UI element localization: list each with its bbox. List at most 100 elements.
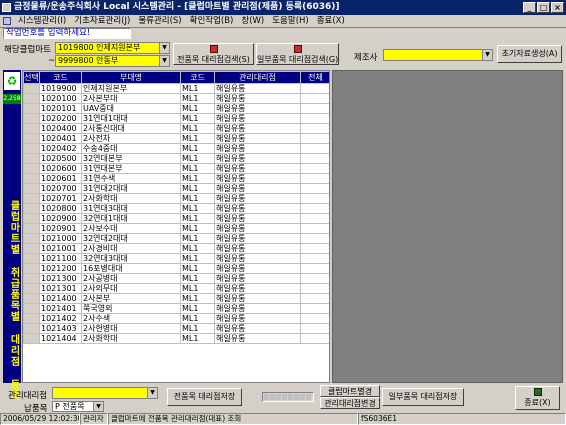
row-all-cell[interactable] — [300, 83, 329, 94]
row-all-cell[interactable] — [300, 283, 329, 294]
row-select-cell[interactable] — [23, 273, 40, 284]
row-select-cell[interactable] — [23, 293, 40, 304]
row-select-cell[interactable] — [23, 303, 40, 314]
table-row[interactable]: 1020100 2사본부대 ML1 해일유통 — [23, 93, 329, 104]
table-row[interactable]: 1020901 2사보수대 ML1 해일유통 — [23, 223, 329, 234]
row-all-cell[interactable] — [300, 313, 329, 324]
row-all-cell[interactable] — [300, 153, 329, 164]
table-row[interactable]: 1021001 2사경비대 ML1 해일유통 — [23, 243, 329, 254]
menu-check[interactable]: 확인작업(B) — [186, 15, 238, 27]
mart-to-select[interactable]: 9999800 안동부 ▼ — [55, 55, 170, 67]
row-select-cell[interactable] — [23, 223, 40, 234]
table-row[interactable]: 1020200 31연대1대대 ML1 해일유통 — [23, 113, 329, 124]
column-agent-code[interactable]: 코드 — [180, 71, 215, 84]
column-select[interactable]: 선택 — [23, 71, 40, 84]
row-all-cell[interactable] — [300, 93, 329, 104]
row-all-cell[interactable] — [300, 293, 329, 304]
column-code[interactable]: 코드 — [39, 71, 82, 84]
row-all-cell[interactable] — [300, 263, 329, 274]
deliver-select[interactable]: P 전품목 ▼ — [52, 401, 104, 412]
table-row[interactable]: 1021200 16포병대대 ML1 해일유통 — [23, 263, 329, 274]
row-all-cell[interactable] — [300, 103, 329, 114]
row-all-cell[interactable] — [300, 323, 329, 334]
table-row[interactable]: 1020800 31연대3대대 ML1 해일유통 — [23, 203, 329, 214]
row-select-cell[interactable] — [23, 93, 40, 104]
row-all-cell[interactable] — [300, 133, 329, 144]
row-select-cell[interactable] — [23, 323, 40, 334]
row-select-cell[interactable] — [23, 253, 40, 264]
row-select-cell[interactable] — [23, 143, 40, 154]
maximize-button[interactable]: □ — [537, 2, 550, 13]
row-select-cell[interactable] — [23, 133, 40, 144]
partial-items-agent-save-button[interactable]: 일부품목 대리점저장 — [382, 388, 464, 406]
row-all-cell[interactable] — [300, 193, 329, 204]
menu-logistics[interactable]: 물류관리(S) — [134, 15, 185, 27]
close-button[interactable]: × — [551, 2, 564, 13]
table-row[interactable]: 1021404 2사화학대 ML1 해일유통 — [23, 333, 329, 344]
table-row[interactable]: 1021402 2사수색 ML1 해일유통 — [23, 313, 329, 324]
row-select-cell[interactable] — [23, 83, 40, 94]
row-all-cell[interactable] — [300, 163, 329, 174]
table-row[interactable]: 1020400 2사통신대대 ML1 해일유통 — [23, 123, 329, 134]
row-select-cell[interactable] — [23, 233, 40, 244]
chevron-down-icon[interactable]: ▼ — [93, 402, 103, 411]
table-row[interactable]: 1020401 2사전차 ML1 해일유통 — [23, 133, 329, 144]
table-row[interactable]: 1020700 31연대2대대 ML1 해일유통 — [23, 183, 329, 194]
row-all-cell[interactable] — [300, 253, 329, 264]
chevron-down-icon[interactable]: ▼ — [482, 50, 492, 60]
column-unit-name[interactable]: 부대명 — [81, 71, 181, 84]
agent-select[interactable]: ▼ — [52, 387, 158, 399]
row-all-cell[interactable] — [300, 203, 329, 214]
menu-basedata[interactable]: 기초자료관리(J) — [70, 15, 134, 27]
agent-change-button[interactable]: 관리대리점변경 — [320, 397, 380, 409]
table-row[interactable]: 1020600 31연대본부 ML1 해일유통 — [23, 163, 329, 174]
row-all-cell[interactable] — [300, 333, 329, 344]
menu-system[interactable]: 시스템관리(I) — [14, 15, 70, 27]
table-row[interactable]: 1019900 인제지원본부 ML1 해일유통 — [23, 83, 329, 94]
partial-items-agent-search-button[interactable]: 일부품목 대리점검색(G) — [256, 43, 339, 65]
table-row[interactable]: 1020601 31연수색 ML1 해일유통 — [23, 173, 329, 184]
table-row[interactable]: 1020101 UAV중대 ML1 해일유통 — [23, 103, 329, 114]
row-select-cell[interactable] — [23, 163, 40, 174]
menu-help[interactable]: 도움말(H) — [268, 15, 312, 27]
row-select-cell[interactable] — [23, 243, 40, 254]
row-select-cell[interactable] — [23, 113, 40, 124]
row-select-cell[interactable] — [23, 213, 40, 224]
table-row[interactable]: 1021301 2사의무대 ML1 해일유통 — [23, 283, 329, 294]
table-row[interactable]: 1021403 2사헌병대 ML1 해일유통 — [23, 323, 329, 334]
row-all-cell[interactable] — [300, 123, 329, 134]
job-number-notice[interactable]: 작업번호를 입력하세요! — [3, 28, 131, 39]
table-row[interactable]: 1021400 2사본부 ML1 해일유통 — [23, 293, 329, 304]
row-all-cell[interactable] — [300, 173, 329, 184]
table-row[interactable]: 1021000 32연대2대대 ML1 해일유통 — [23, 233, 329, 244]
row-all-cell[interactable] — [300, 183, 329, 194]
maker-select[interactable]: ▼ — [383, 49, 493, 61]
table-row[interactable]: 1020701 2사화학대 ML1 해일유통 — [23, 193, 329, 204]
all-items-agent-search-button[interactable]: 전품목 대리점검색(S) — [173, 43, 254, 65]
club-change-button[interactable]: 클럽마트별경 — [320, 385, 380, 397]
row-all-cell[interactable] — [300, 143, 329, 154]
menu-exit[interactable]: 종료(X) — [313, 15, 349, 27]
row-select-cell[interactable] — [23, 103, 40, 114]
table-row[interactable]: 1020500 32연대본부 ML1 해일유통 — [23, 153, 329, 164]
row-select-cell[interactable] — [23, 153, 40, 164]
table-row[interactable]: 1021100 32연대3대대 ML1 해일유통 — [23, 253, 329, 264]
row-select-cell[interactable] — [23, 313, 40, 324]
column-all[interactable]: 전체 — [300, 71, 329, 84]
row-all-cell[interactable] — [300, 243, 329, 254]
row-select-cell[interactable] — [23, 193, 40, 204]
row-select-cell[interactable] — [23, 183, 40, 194]
row-all-cell[interactable] — [300, 273, 329, 284]
row-all-cell[interactable] — [300, 213, 329, 224]
row-select-cell[interactable] — [23, 203, 40, 214]
row-all-cell[interactable] — [300, 223, 329, 234]
row-select-cell[interactable] — [23, 123, 40, 134]
row-all-cell[interactable] — [300, 113, 329, 124]
row-select-cell[interactable] — [23, 333, 40, 344]
chevron-down-icon[interactable]: ▼ — [159, 43, 169, 53]
mart-from-select[interactable]: 1019800 인제지원본부 ▼ — [55, 42, 170, 54]
row-select-cell[interactable] — [23, 283, 40, 294]
exit-button[interactable]: 종료(X) — [515, 386, 560, 410]
row-select-cell[interactable] — [23, 263, 40, 274]
row-all-cell[interactable] — [300, 233, 329, 244]
